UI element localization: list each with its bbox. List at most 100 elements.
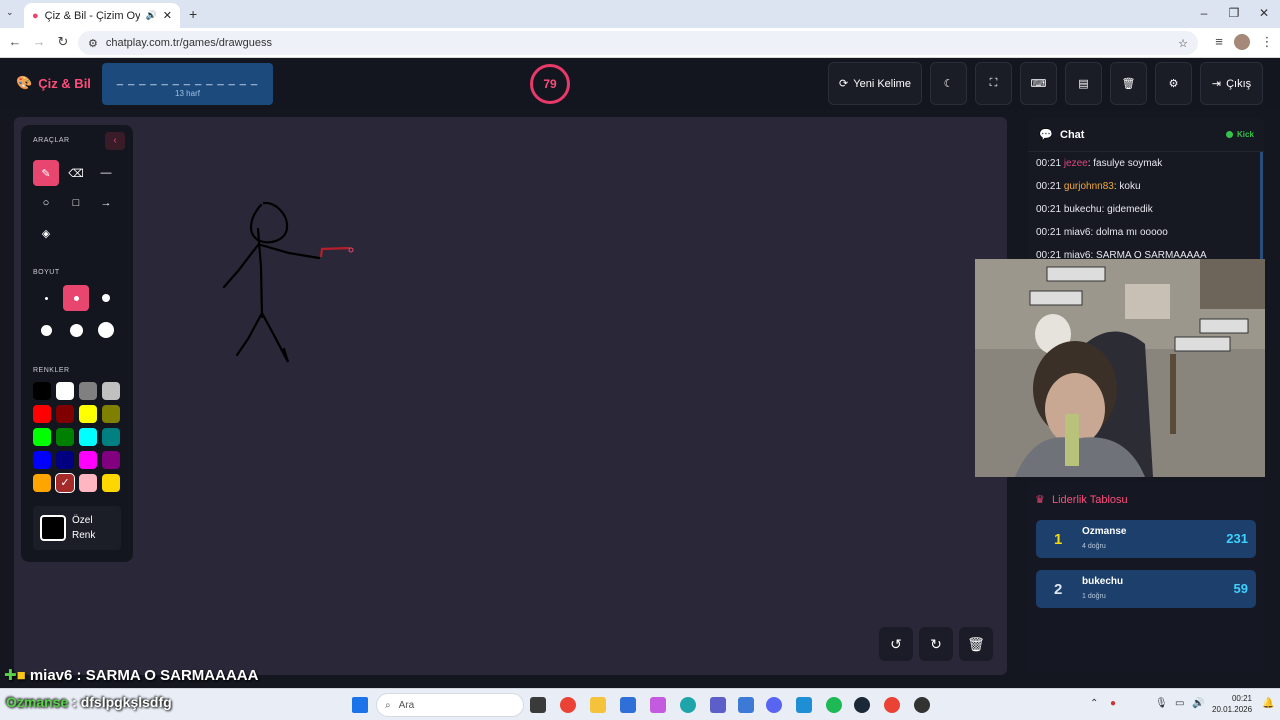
palette-icon: 🎨 (16, 75, 33, 90)
chat-message: 00:21 bukechu: gidemedik (1036, 204, 1153, 215)
notifications-icon[interactable]: 🔔 (1262, 698, 1274, 709)
size-4-button[interactable] (33, 317, 59, 343)
color-swatch[interactable] (102, 451, 120, 469)
task-view-icon[interactable] (530, 697, 546, 713)
color-swatch[interactable] (102, 474, 120, 492)
brand-logo[interactable]: 🎨 Çiz & Bil (16, 75, 91, 91)
tab-list-dropdown-icon[interactable]: ⌄ (6, 7, 14, 18)
logout-button[interactable]: ⇥ Çıkış (1200, 62, 1263, 105)
url-input[interactable]: ⚙ chatplay.com.tr/games/drawguess ☆ (78, 31, 1198, 55)
color-swatch[interactable] (79, 382, 97, 400)
line-tool-button[interactable]: — (93, 160, 119, 186)
color-swatch[interactable] (56, 451, 74, 469)
color-swatch[interactable] (79, 405, 97, 423)
color-swatch[interactable] (79, 451, 97, 469)
color-swatch[interactable]: ✓ (55, 473, 75, 493)
obs-icon[interactable] (914, 697, 930, 713)
color-swatch[interactable] (56, 428, 74, 446)
color-swatch[interactable] (102, 382, 120, 400)
arrow-tool-button[interactable]: → (93, 190, 119, 216)
color-swatch[interactable] (102, 428, 120, 446)
color-swatch[interactable] (56, 405, 74, 423)
window-close-icon[interactable]: ✕ (1254, 6, 1274, 20)
color-swatch[interactable] (33, 428, 51, 446)
file-explorer-icon[interactable] (590, 697, 606, 713)
site-info-icon[interactable]: ⚙ (88, 37, 98, 50)
new-tab-icon[interactable]: + (189, 6, 197, 22)
color-swatch[interactable] (33, 474, 51, 492)
browser-menu-icon[interactable]: ⋮ (1258, 34, 1276, 50)
chat-scrollbar[interactable] (1260, 152, 1263, 268)
spotify-icon[interactable] (826, 697, 842, 713)
store-icon[interactable] (620, 697, 636, 713)
fill-tool-button[interactable]: ◈ (33, 220, 59, 246)
size-6-button[interactable] (93, 317, 119, 343)
microphone-icon[interactable]: 🎙 (1155, 698, 1168, 709)
brush-tool-button[interactable]: ✎ (33, 160, 59, 186)
chat-message-user[interactable]: gurjohnn83 (1064, 181, 1114, 192)
size-2-button[interactable] (63, 285, 89, 311)
keyboard-button[interactable]: ⌨ (1020, 62, 1057, 105)
eraser-icon: ⌫ (68, 167, 84, 180)
color-swatch[interactable] (79, 428, 97, 446)
tab-close-icon[interactable]: ✕ (163, 9, 172, 22)
volume-icon[interactable]: 🔊 (1192, 698, 1204, 709)
teams-icon[interactable] (710, 697, 726, 713)
rectangle-tool-button[interactable]: □ (63, 190, 89, 216)
eraser-tool-button[interactable]: ⌫ (63, 160, 89, 186)
bookmark-star-icon[interactable]: ☆ (1178, 37, 1188, 50)
custom-color-button[interactable]: Özel Renk (33, 506, 121, 550)
media-control-icon[interactable]: ≡ (1210, 34, 1228, 49)
settings-button[interactable]: ⚙ (1155, 62, 1192, 105)
app-icon[interactable] (738, 697, 754, 713)
gear-icon: ⚙ (1168, 78, 1179, 90)
forward-icon[interactable]: → (30, 34, 48, 49)
tray-chevron-icon[interactable]: ⌃ (1090, 698, 1098, 709)
circle-tool-button[interactable]: ○ (33, 190, 59, 216)
canvas-drawing (222, 201, 354, 363)
network-icon[interactable]: ▭ (1175, 698, 1184, 709)
tab-audio-icon[interactable]: 🔊 (146, 10, 157, 21)
color-swatch[interactable] (102, 405, 120, 423)
copilot-icon[interactable] (650, 697, 666, 713)
dark-mode-button[interactable]: ☾ (930, 62, 967, 105)
chrome-active-icon[interactable] (884, 697, 900, 713)
color-swatch[interactable] (56, 382, 74, 400)
back-icon[interactable]: ← (6, 34, 24, 49)
chrome-icon[interactable] (560, 697, 576, 713)
new-word-button[interactable]: ⟳ Yeni Kelime (828, 62, 922, 105)
minimize-icon[interactable]: – (1194, 6, 1214, 20)
size-5-button[interactable] (63, 317, 89, 343)
edge-icon[interactable] (680, 697, 696, 713)
color-swatch[interactable] (33, 382, 51, 400)
fullscreen-button[interactable]: ⛶ (975, 62, 1012, 105)
archive-button[interactable]: ▤ (1065, 62, 1102, 105)
collapse-panel-button[interactable]: ‹ (105, 132, 125, 150)
colors-heading: RENKLER (33, 367, 70, 374)
chat-message-user[interactable]: jezee (1064, 158, 1088, 169)
taskbar-search-input[interactable]: ⌕ Ara (376, 693, 524, 717)
tray-app-icon[interactable]: ● (1110, 698, 1116, 709)
size-3-button[interactable] (93, 285, 119, 311)
restore-icon[interactable]: ❐ (1224, 6, 1244, 20)
chat-message-user[interactable]: bukechu (1064, 204, 1102, 215)
clear-canvas-button[interactable]: 🗑 (959, 627, 993, 661)
line-icon: — (100, 167, 112, 179)
monitor-app-icon[interactable] (796, 697, 812, 713)
size-1-button[interactable] (33, 285, 59, 311)
discord-icon[interactable] (766, 697, 782, 713)
browser-tab-active[interactable]: ● Çiz & Bil - Çizim Oyunu 🔊 ✕ (24, 3, 180, 28)
color-swatch[interactable] (33, 451, 51, 469)
windows-start-icon[interactable] (352, 697, 368, 713)
reload-icon[interactable]: ↻ (54, 34, 72, 50)
drawing-canvas[interactable]: ↺ ↻ 🗑 (14, 117, 1007, 675)
taskbar-clock[interactable]: 00:21 20.01.2026 (1212, 693, 1252, 715)
undo-button[interactable]: ↺ (879, 627, 913, 661)
delete-button[interactable]: 🗑 (1110, 62, 1147, 105)
color-swatch[interactable] (79, 474, 97, 492)
color-swatch[interactable] (33, 405, 51, 423)
chat-message-user[interactable]: miav6 (1064, 227, 1091, 238)
redo-button[interactable]: ↻ (919, 627, 953, 661)
steam-icon[interactable] (854, 697, 870, 713)
profile-avatar[interactable] (1234, 34, 1250, 50)
